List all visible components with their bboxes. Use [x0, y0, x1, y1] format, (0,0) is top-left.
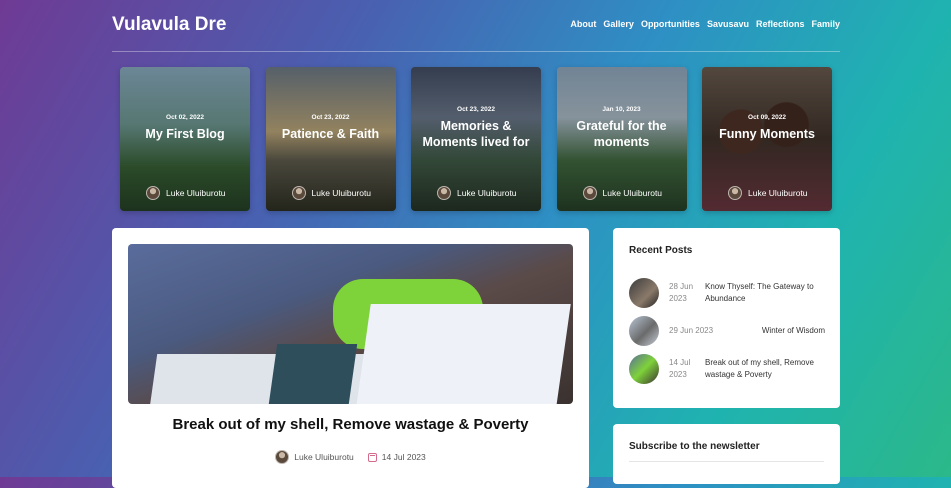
post-meta: Luke Uluiburotu 14 Jul 2023	[128, 450, 573, 464]
card-date: Oct 02, 2022	[166, 114, 204, 121]
recent-post-title: Winter of Wisdom	[761, 326, 825, 335]
recent-post-item[interactable]: 14 Jul 2023 Break out of my shell, Remov…	[629, 354, 825, 384]
recent-post-thumbnail	[629, 354, 659, 384]
recent-post-title: Break out of my shell, Remove wastage & …	[705, 358, 814, 379]
card-title: Patience & Faith	[281, 127, 380, 141]
recent-post-thumbnail	[629, 316, 659, 346]
post-author[interactable]: Luke Uluiburotu	[275, 450, 354, 464]
recent-post-item[interactable]: 28 Jun 2023 Know Thyself: The Gateway to…	[629, 278, 825, 308]
avatar	[582, 186, 597, 200]
card-author-name: Luke Uluiburotu	[311, 188, 372, 198]
site-brand[interactable]: Vulavula Dre	[112, 14, 226, 36]
card-date: Oct 23, 2022	[311, 114, 350, 121]
post-author-name: Luke Uluiburotu	[294, 452, 354, 462]
nav-savusavu[interactable]: Savusavu	[707, 19, 749, 29]
card-author: Luke Uluiburotu	[582, 186, 663, 200]
card-author-name: Luke Uluiburotu	[166, 188, 226, 198]
recent-posts-heading: Recent Posts	[629, 245, 693, 256]
card-author-name: Luke Uluiburotu	[457, 188, 517, 198]
post-image[interactable]	[128, 244, 573, 404]
post-date-text: 14 Jul 2023	[381, 452, 426, 462]
card-author-name: Luke Uluiburotu	[602, 188, 663, 198]
nav-about[interactable]: About	[570, 19, 596, 29]
featured-posts: Oct 02, 2022 My First Blog Luke Uluiburo…	[120, 67, 832, 211]
card-date: Oct 23, 2022	[457, 106, 495, 113]
recent-post-thumbnail	[629, 278, 659, 308]
avatar	[728, 186, 742, 200]
nav-gallery[interactable]: Gallery	[603, 19, 634, 29]
calendar-icon	[367, 452, 377, 462]
avatar	[275, 450, 290, 464]
card-title: Grateful for the moments	[576, 119, 667, 149]
avatar	[291, 186, 306, 200]
featured-card[interactable]: Oct 23, 2022 Memories & Moments lived fo…	[411, 67, 541, 211]
featured-card[interactable]: Oct 23, 2022 Patience & Faith Luke Uluib…	[265, 67, 396, 211]
featured-card[interactable]: Oct 02, 2022 My First Blog Luke Uluiburo…	[120, 67, 250, 211]
recent-post-title: Know Thyself: The Gateway to Abundance	[705, 282, 814, 303]
post-title[interactable]: Break out of my shell, Remove wastage & …	[128, 416, 573, 433]
card-date: Jan 10, 2023	[602, 106, 641, 113]
nav-reflections[interactable]: Reflections	[756, 19, 805, 29]
newsletter-card: Subscribe to the newsletter	[613, 424, 840, 484]
recent-post-date: 29 Jun 2023	[669, 326, 714, 335]
card-date: Oct 09, 2022	[748, 114, 786, 121]
recent-post-item[interactable]: 29 Jun 2023 Winter of Wisdom	[629, 316, 825, 346]
card-author: Luke Uluiburotu	[437, 186, 517, 200]
newsletter-heading: Subscribe to the newsletter	[629, 441, 760, 452]
notebook-photo-shape	[268, 344, 358, 404]
card-author-name: Luke Uluiburotu	[748, 188, 808, 198]
featured-card[interactable]: Oct 09, 2022 Funny Moments Luke Uluiburo…	[702, 67, 832, 211]
card-author: Luke Uluiburotu	[291, 186, 372, 200]
open-notebook-shape	[355, 304, 571, 404]
divider	[629, 461, 824, 462]
post-date: 14 Jul 2023	[367, 452, 426, 462]
site-header: Vulavula Dre About Gallery Opportunities…	[112, 0, 840, 52]
main-nav: About Gallery Opportunities Savusavu Ref…	[570, 19, 840, 29]
featured-card[interactable]: Jan 10, 2023 Grateful for the moments Lu…	[556, 67, 687, 211]
nav-family[interactable]: Family	[811, 19, 840, 29]
recent-posts-card: Recent Posts 28 Jun 2023 Know Thyself: T…	[613, 228, 840, 408]
card-author: Luke Uluiburotu	[146, 186, 226, 200]
recent-post-date: 14 Jul 2023	[669, 358, 691, 379]
nav-opportunities[interactable]: Opportunities	[641, 19, 700, 29]
avatar	[437, 186, 451, 200]
card-title: Memories & Moments lived for	[422, 119, 530, 149]
card-title: My First Blog	[145, 127, 225, 141]
recent-post-date: 28 Jun 2023	[669, 282, 694, 303]
card-author: Luke Uluiburotu	[728, 186, 808, 200]
post-card: Break out of my shell, Remove wastage & …	[112, 228, 589, 488]
avatar	[146, 186, 160, 200]
card-title: Funny Moments	[719, 127, 815, 141]
